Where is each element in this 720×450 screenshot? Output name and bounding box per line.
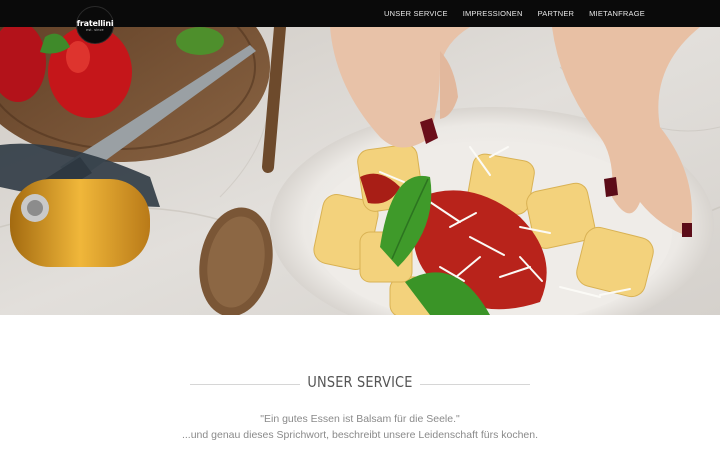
nav-item-impressionen[interactable]: IMPRESSIONEN [463, 9, 523, 18]
section-quote: "Ein gutes Essen ist Balsam für die Seel… [0, 411, 720, 443]
main-menu: UNSER SERVICE IMPRESSIONEN PARTNER MIETA… [384, 0, 645, 27]
fratellini-logo[interactable]: fratellini est. since [76, 6, 114, 44]
nav-item-unser-service[interactable]: UNSER SERVICE [384, 9, 448, 18]
section-heading: UNSER SERVICE [307, 373, 413, 391]
pasta-dish-illustration [0, 27, 720, 315]
hero-image [0, 27, 720, 315]
top-navigation-bar: fratellini est. since UNSER SERVICE IMPR… [0, 0, 720, 44]
quote-line-1: "Ein gutes Essen ist Balsam für die Seel… [260, 413, 460, 425]
nav-item-mietanfrage[interactable]: MIETANFRAGE [589, 9, 645, 18]
nav-item-partner[interactable]: PARTNER [538, 9, 575, 18]
logo-text: fratellini [76, 18, 114, 28]
logo-subtext: est. since [86, 27, 104, 32]
unser-service-section: UNSER SERVICE "Ein gutes Essen ist Balsa… [0, 315, 720, 450]
quote-line-2: ...und genau dieses Sprichwort, beschrei… [181, 429, 539, 441]
